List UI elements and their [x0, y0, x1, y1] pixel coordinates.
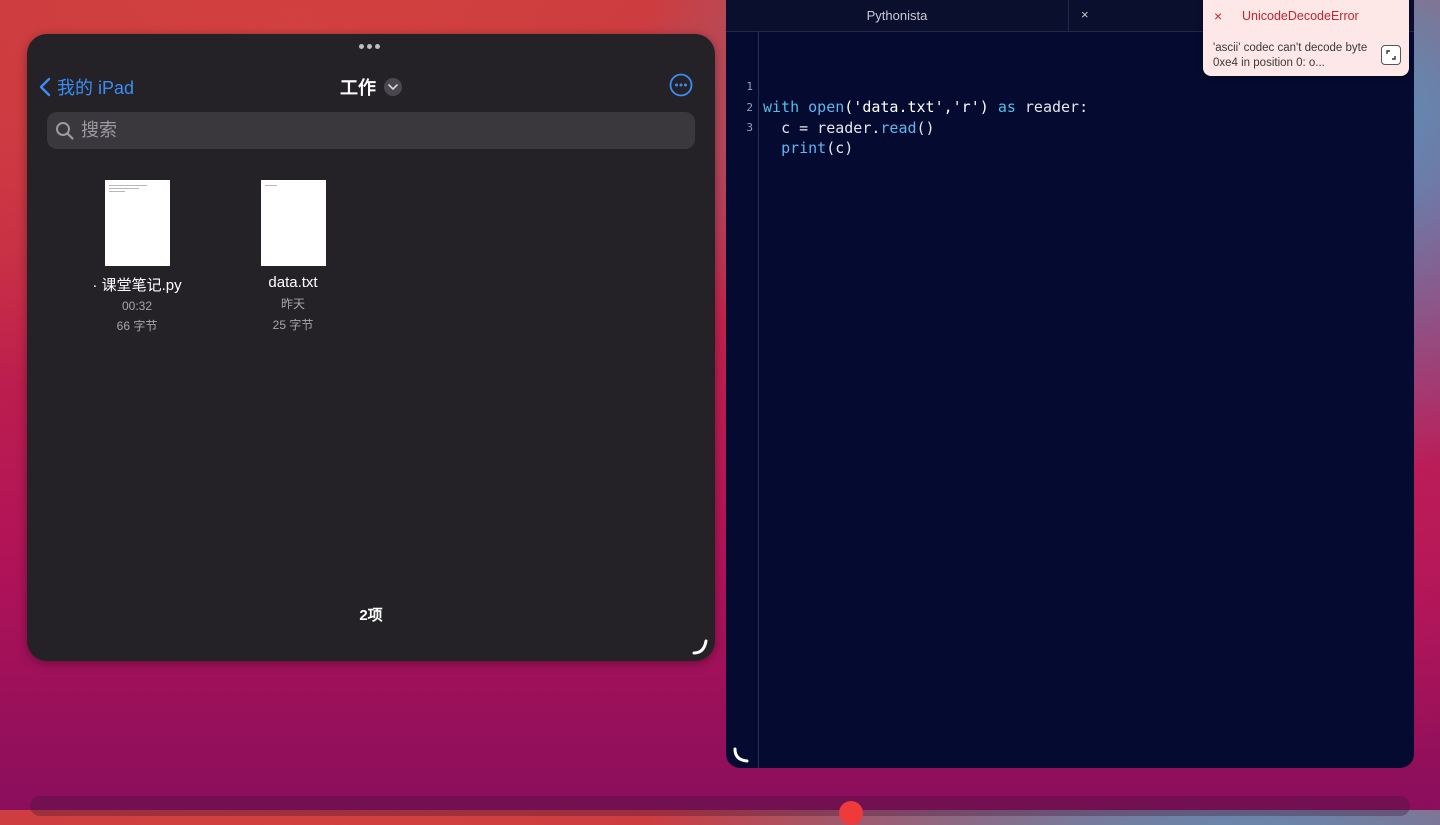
code-text: c = reader.read() — [781, 119, 935, 137]
pythonista-window: Pythonista × 1 with open('data.txt','r')… — [726, 0, 1414, 768]
resize-handle-icon[interactable] — [691, 638, 709, 656]
file-item[interactable]: · 课堂笔记.py 00:32 66 字节 — [67, 180, 207, 334]
file-size: 25 字节 — [272, 318, 314, 332]
file-date: 00:32 — [121, 299, 153, 313]
file-name: data.txt — [268, 274, 318, 291]
window-grabber[interactable] — [359, 44, 380, 49]
more-icon[interactable] — [669, 73, 693, 97]
item-count: 2项 — [359, 607, 383, 624]
back-button[interactable]: 我的 iPad — [39, 74, 134, 100]
file-name: · 课堂笔记.py — [92, 277, 182, 294]
file-size: 66 字节 — [116, 319, 158, 333]
search-input[interactable] — [79, 119, 643, 142]
notification-badge — [839, 801, 863, 825]
code-line[interactable]: 3 print(c) — [726, 98, 1414, 157]
error-title: UnicodeDecodeError — [1242, 9, 1359, 23]
tab-close-button[interactable]: × — [1081, 7, 1089, 22]
line-number: 3 — [746, 121, 753, 134]
tab-pythonista[interactable]: Pythonista — [726, 8, 1068, 23]
error-close-button[interactable]: × — [1214, 8, 1222, 24]
error-message: 'ascii' codec can't decode byte 0xe4 in … — [1213, 42, 1368, 69]
chevron-down-icon — [384, 78, 402, 96]
folder-title-text: 工作 — [340, 78, 376, 98]
phone-icon[interactable] — [732, 746, 750, 764]
code-text: print(c) — [781, 139, 854, 157]
folder-title[interactable]: 工作 — [340, 74, 402, 100]
search-bar[interactable] — [47, 112, 695, 149]
file-item[interactable]: data.txt 昨天 25 字节 — [223, 180, 363, 333]
files-window: 我的 iPad 工作 · 课堂笔记.py 00:32 66 字节 — [27, 34, 715, 661]
tab-divider — [1068, 0, 1069, 31]
back-label: 我的 iPad — [57, 78, 135, 98]
file-thumbnail — [104, 180, 170, 266]
file-date: 昨天 — [280, 297, 305, 311]
code-line[interactable]: 2 c = reader.read() — [726, 78, 1414, 137]
error-toast[interactable]: × UnicodeDecodeError 'ascii' codec can't… — [1203, 0, 1409, 76]
search-icon — [56, 121, 74, 140]
file-thumbnail — [260, 180, 326, 266]
dock — [30, 796, 1410, 816]
chevron-left-icon — [39, 77, 51, 97]
expand-icon[interactable] — [1381, 45, 1401, 65]
